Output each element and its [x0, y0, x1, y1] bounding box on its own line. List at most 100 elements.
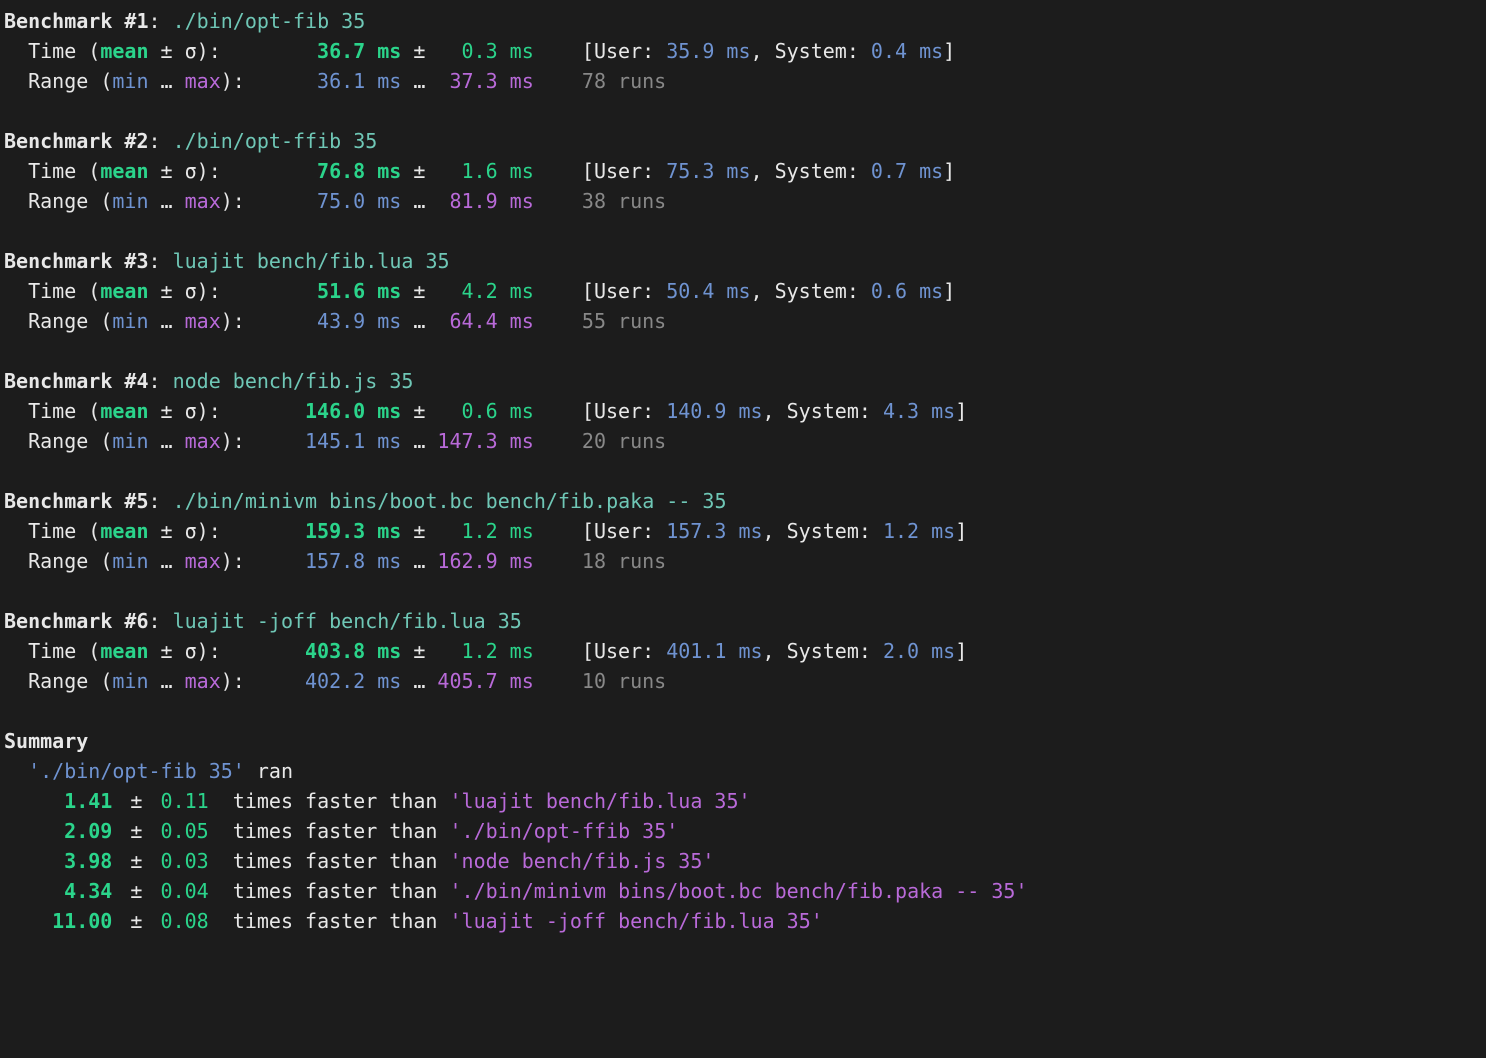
benchmark-block: Benchmark #2: ./bin/opt-ffib 35Time (mea…: [4, 126, 1482, 216]
time-line: Time (mean ± σ): 159.3 ms ± 1.2 ms[User:…: [4, 516, 1482, 546]
range-label: Range (min … max):: [4, 306, 269, 336]
user-time: 35.9 ms: [666, 39, 750, 63]
benchmark-block: Benchmark #5: ./bin/minivm bins/boot.bc …: [4, 486, 1482, 576]
benchmark-prefix: Benchmark #: [4, 129, 136, 153]
summary-fastest-command: './bin/opt-fib 35': [28, 759, 245, 783]
sd-unit: ms: [498, 396, 534, 426]
plus-minus-icon: ±: [124, 906, 148, 936]
mean-value: 51.6: [269, 276, 365, 306]
plus-minus-icon: ±: [401, 396, 425, 426]
plus-minus-icon: ±: [124, 816, 148, 846]
sd-value: 0.3: [425, 36, 497, 66]
mean-word: mean: [100, 519, 148, 543]
plus-minus-icon: ±: [401, 276, 425, 306]
comparison-command: './bin/minivm bins/boot.bc bench/fib.pak…: [450, 879, 1028, 903]
range-line: Range (min … max): 75.0 ms … 81.9 ms38 r…: [4, 186, 1482, 216]
ellipsis-icon: …: [401, 546, 425, 576]
benchmark-block: Benchmark #6: luajit -joff bench/fib.lua…: [4, 606, 1482, 696]
comparison-sd: 0.03: [161, 846, 221, 876]
max-value: 64.4: [425, 306, 497, 336]
time-label: Time (mean ± σ):: [4, 276, 269, 306]
time-line: Time (mean ± σ): 76.8 ms ± 1.6 ms[User: …: [4, 156, 1482, 186]
sd-unit: ms: [498, 36, 534, 66]
range-label: Range (min … max):: [4, 546, 269, 576]
benchmark-prefix: Benchmark #: [4, 609, 136, 633]
benchmark-prefix: Benchmark #: [4, 369, 136, 393]
mean-value: 159.3: [269, 516, 365, 546]
time-line: Time (mean ± σ): 403.8 ms ± 1.2 ms[User:…: [4, 636, 1482, 666]
max-value: 147.3: [425, 426, 497, 456]
min-value: 402.2: [269, 666, 365, 696]
benchmark-command: ./bin/opt-fib 35: [173, 9, 366, 33]
max-value: 405.7: [425, 666, 497, 696]
terminal-output: Benchmark #1: ./bin/opt-fib 35Time (mean…: [0, 0, 1486, 1058]
mean-unit: ms: [365, 36, 401, 66]
range-line: Range (min … max): 157.8 ms …162.9 ms18 …: [4, 546, 1482, 576]
ellipsis-icon: …: [401, 306, 425, 336]
benchmark-number: 1: [136, 9, 148, 33]
system-time: 0.4 ms: [871, 39, 943, 63]
benchmark-header: Benchmark #4: node bench/fib.js 35: [4, 366, 1482, 396]
max-word: max: [185, 669, 221, 693]
mean-unit: ms: [365, 516, 401, 546]
min-value: 75.0: [269, 186, 365, 216]
benchmark-number: 5: [136, 489, 148, 513]
ellipsis-icon: …: [401, 186, 425, 216]
time-label: Time (mean ± σ):: [4, 636, 269, 666]
runs-count: 78 runs: [582, 69, 666, 93]
min-word: min: [112, 309, 148, 333]
time-line: Time (mean ± σ): 146.0 ms ± 0.6 ms[User:…: [4, 396, 1482, 426]
ellipsis-icon: …: [401, 666, 425, 696]
range-line: Range (min … max): 36.1 ms … 37.3 ms78 r…: [4, 66, 1482, 96]
comparison-ratio: 2.09: [4, 816, 112, 846]
summary-comparison-line: 4.34 ± 0.04 times faster than './bin/min…: [4, 876, 1482, 906]
comparison-command: 'luajit -joff bench/fib.lua 35': [450, 909, 823, 933]
benchmark-prefix: Benchmark #: [4, 489, 136, 513]
system-time: 4.3 ms: [883, 399, 955, 423]
max-word: max: [185, 309, 221, 333]
comparison-ratio: 4.34: [4, 876, 112, 906]
range-line: Range (min … max): 43.9 ms … 64.4 ms55 r…: [4, 306, 1482, 336]
user-time: 157.3 ms: [666, 519, 762, 543]
benchmark-command: ./bin/minivm bins/boot.bc bench/fib.paka…: [173, 489, 727, 513]
benchmark-number: 6: [136, 609, 148, 633]
comparison-command: './bin/opt-ffib 35': [450, 819, 679, 843]
system-time: 2.0 ms: [883, 639, 955, 663]
min-value: 36.1: [269, 66, 365, 96]
comparison-sd: 0.11: [161, 786, 221, 816]
min-value: 43.9: [269, 306, 365, 336]
sd-value: 1.6: [425, 156, 497, 186]
summary-title: Summary: [4, 726, 1482, 756]
max-word: max: [185, 69, 221, 93]
min-word: min: [112, 429, 148, 453]
benchmark-header: Benchmark #3: luajit bench/fib.lua 35: [4, 246, 1482, 276]
benchmark-prefix: Benchmark #: [4, 9, 136, 33]
mean-unit: ms: [365, 396, 401, 426]
user-time: 401.1 ms: [666, 639, 762, 663]
comparison-command: 'luajit bench/fib.lua 35': [450, 789, 751, 813]
sd-unit: ms: [498, 516, 534, 546]
runs-count: 18 runs: [582, 549, 666, 573]
benchmark-number: 4: [136, 369, 148, 393]
sd-value: 4.2: [425, 276, 497, 306]
runs-count: 20 runs: [582, 429, 666, 453]
mean-unit: ms: [365, 156, 401, 186]
benchmark-command: node bench/fib.js 35: [173, 369, 414, 393]
benchmark-block: Benchmark #4: node bench/fib.js 35Time (…: [4, 366, 1482, 456]
mean-value: 403.8: [269, 636, 365, 666]
benchmark-header: Benchmark #2: ./bin/opt-ffib 35: [4, 126, 1482, 156]
runs-count: 55 runs: [582, 309, 666, 333]
comparison-ratio: 1.41: [4, 786, 112, 816]
system-time: 1.2 ms: [883, 519, 955, 543]
mean-value: 76.8: [269, 156, 365, 186]
summary-comparison-line: 1.41 ± 0.11 times faster than 'luajit be…: [4, 786, 1482, 816]
mean-word: mean: [100, 399, 148, 423]
range-line: Range (min … max): 402.2 ms …405.7 ms10 …: [4, 666, 1482, 696]
mean-unit: ms: [365, 636, 401, 666]
time-label: Time (mean ± σ):: [4, 396, 269, 426]
min-value: 157.8: [269, 546, 365, 576]
summary-comparison-line: 3.98 ± 0.03 times faster than 'node benc…: [4, 846, 1482, 876]
benchmark-command: ./bin/opt-ffib 35: [173, 129, 378, 153]
comparison-sd: 0.08: [161, 906, 221, 936]
benchmark-header: Benchmark #6: luajit -joff bench/fib.lua…: [4, 606, 1482, 636]
